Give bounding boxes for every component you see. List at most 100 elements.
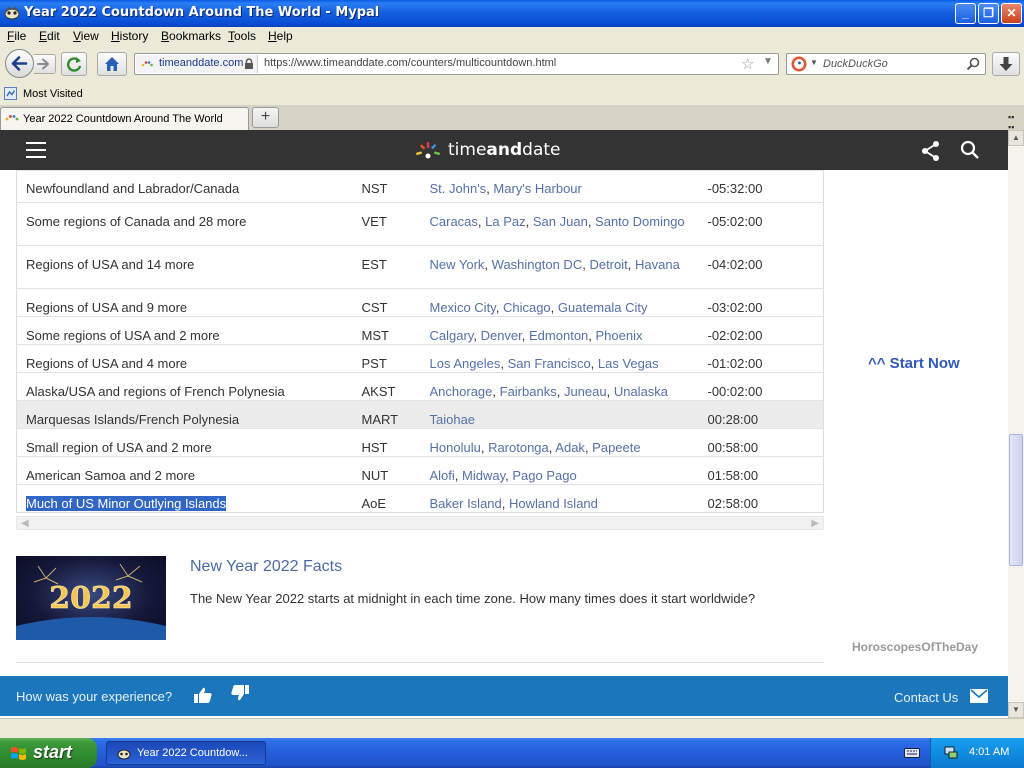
cities-cell: Alofi, Midway, Pago Pago [420,456,708,485]
taskbar-window-button[interactable]: Year 2022 Countdow... [106,741,266,765]
thumbs-up-icon[interactable] [193,686,213,704]
url-history-dropdown-icon[interactable]: ▼ [763,56,773,67]
back-button[interactable] [5,49,34,78]
city-link[interactable]: Howland Island [509,496,598,511]
city-link[interactable]: San Francisco [508,356,591,371]
thumbs-down-icon[interactable] [230,684,250,702]
page-vertical-scrollbar[interactable]: ▲ ▼ [1008,130,1024,718]
city-link[interactable]: Midway [462,468,505,483]
abbr-cell: MART [352,400,421,429]
navigation-toolbar: timeanddate.com https://www.timeanddate.… [0,46,1024,83]
city-link[interactable]: Fairbanks [500,384,557,399]
abbr-cell: PST [352,344,421,373]
abbr-cell: CST [352,288,421,317]
maximize-button[interactable]: ❐ [978,3,999,24]
city-link[interactable]: Honolulu [430,440,481,455]
region-cell: American Samoa and 2 more [16,456,353,485]
timeanddate-logo[interactable]: timeanddate [414,139,574,161]
horoscopes-of-the-day-ad[interactable]: HoroscopesOfTheDay [852,640,978,654]
search-bar[interactable]: ▼ DuckDuckGo [786,53,986,75]
city-link[interactable]: Washington DC [492,257,583,272]
city-link[interactable]: Rarotonga [488,440,549,455]
city-link[interactable]: Unalaska [614,384,668,399]
home-button[interactable] [97,52,127,76]
reload-button[interactable] [61,52,87,76]
city-link[interactable]: Baker Island [430,496,502,511]
keyboard-icon[interactable] [904,747,920,759]
scroll-right-icon[interactable]: ▶ [811,518,819,529]
city-link[interactable]: Detroit [589,257,627,272]
start-button[interactable]: start [0,738,97,768]
city-link[interactable]: Las Vegas [598,356,659,371]
logo-sunburst-icon [416,142,440,159]
contact-us-link[interactable]: Contact Us [894,690,958,705]
city-link[interactable]: New York [430,257,485,272]
menu-history[interactable]: History [111,29,148,43]
search-engine-dropdown-icon[interactable]: ▼ [810,58,818,67]
city-link[interactable]: Anchorage [430,384,493,399]
window-titlebar[interactable]: Year 2022 Countdown Around The World - M… [0,0,1024,27]
close-button[interactable]: ✕ [1001,3,1022,24]
city-link[interactable]: Edmonton [529,328,588,343]
window-title: Year 2022 Countdown Around The World - M… [24,5,380,20]
city-link[interactable]: Pago Pago [512,468,576,483]
city-link[interactable]: Mary's Harbour [493,181,581,196]
city-link[interactable]: Guatemala City [558,300,648,315]
content-divider [16,662,824,663]
new-year-fireworks-image[interactable]: 2022 [16,556,166,640]
taskbar-window-label: Year 2022 Countdow... [137,747,248,759]
city-link[interactable]: Los Angeles [430,356,501,371]
city-link[interactable]: Papeete [592,440,640,455]
site-identity-button[interactable]: timeanddate.com [136,55,258,73]
duckduckgo-icon[interactable] [791,56,807,72]
city-link[interactable]: Phoenix [596,328,643,343]
abbr-cell: AKST [352,372,421,401]
tab-active[interactable]: Year 2022 Countdown Around The World [0,107,249,130]
forward-arrow-icon [37,58,49,70]
city-link[interactable]: San Juan [533,214,588,229]
menu-file[interactable]: File [7,29,26,43]
menu-bookmarks[interactable]: Bookmarks [161,29,221,43]
city-link[interactable]: Alofi [430,468,455,483]
site-search-icon[interactable] [960,140,980,160]
scroll-up-icon[interactable]: ▲ [1008,130,1024,146]
mail-envelope-icon[interactable] [970,689,988,703]
city-link[interactable]: Mexico City [430,300,496,315]
share-icon[interactable] [920,140,942,162]
forward-button[interactable] [34,54,56,74]
new-tab-button[interactable]: + [252,107,279,128]
city-link[interactable]: Juneau [564,384,607,399]
scrollbar-thumb[interactable] [1009,434,1023,566]
city-link[interactable]: Taiohae [430,412,476,427]
city-link[interactable]: Caracas [430,214,478,229]
city-link[interactable]: Denver [481,328,522,343]
city-link[interactable]: Chicago [503,300,551,315]
padlock-icon [245,58,253,69]
city-link[interactable]: St. John's [430,181,487,196]
start-now-link[interactable]: ^^ Start Now [868,355,960,372]
city-link[interactable]: Santo Domingo [595,214,685,229]
city-link[interactable]: Adak [555,440,585,455]
bookmark-star-icon[interactable]: ☆ [741,55,754,73]
hamburger-menu-icon[interactable] [26,142,46,158]
facts-title-link[interactable]: New Year 2022 Facts [190,558,342,576]
most-visited-bookmark[interactable]: Most Visited [23,88,83,100]
menu-view[interactable]: View [73,29,99,43]
region-cell: Small region of USA and 2 more [16,428,353,457]
city-link[interactable]: La Paz [485,214,525,229]
scroll-down-icon[interactable]: ▼ [1008,702,1024,718]
menu-edit[interactable]: Edit [39,29,60,43]
search-icon[interactable] [965,56,981,72]
abbr-cell: EST [352,245,421,289]
network-tray-icon[interactable] [943,745,959,761]
list-all-tabs-icon[interactable]: ▪▪ ▪▪ [1008,112,1014,132]
menu-help[interactable]: Help [268,29,293,43]
minimize-button[interactable]: _ [955,3,976,24]
address-bar[interactable]: timeanddate.com https://www.timeanddate.… [134,53,779,75]
scroll-left-icon[interactable]: ◀ [21,518,29,529]
downloads-button[interactable] [992,52,1020,76]
table-horizontal-scrollbar[interactable]: ◀ ▶ [16,516,824,530]
city-link[interactable]: Havana [635,257,680,272]
city-link[interactable]: Calgary [430,328,474,343]
menu-tools[interactable]: Tools [228,29,256,43]
